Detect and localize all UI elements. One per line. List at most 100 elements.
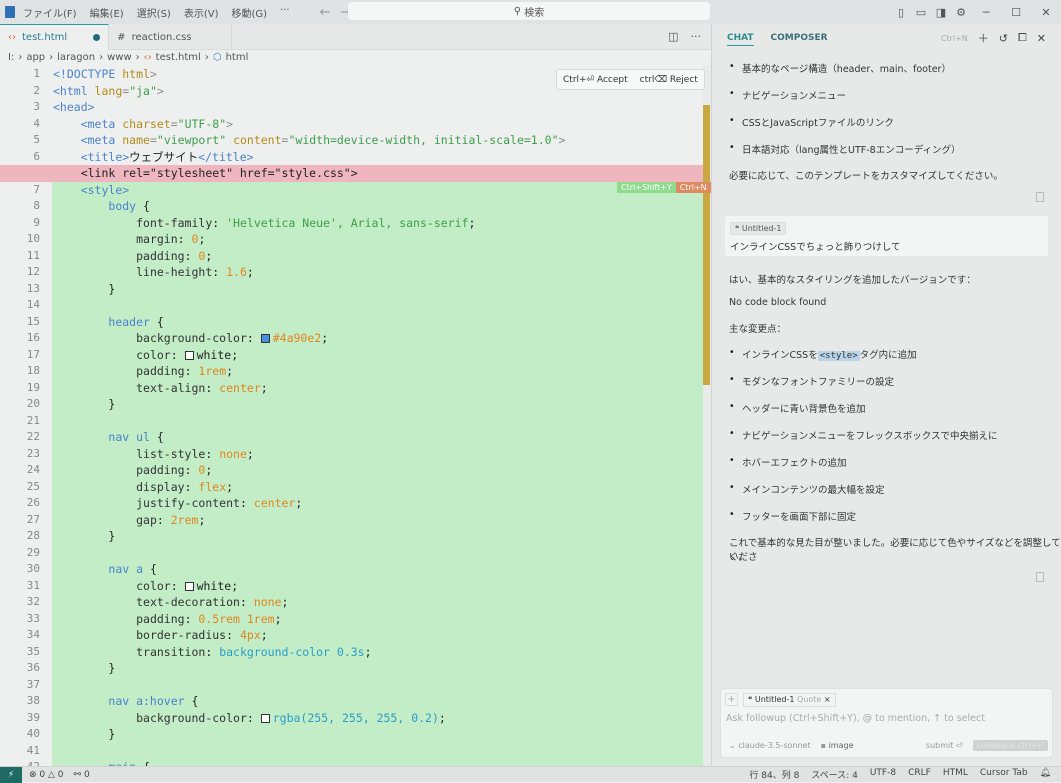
submit-button[interactable]: submit ⏎ xyxy=(926,741,963,750)
added-code-line[interactable]: 26 justify-content: center; xyxy=(0,495,703,512)
added-code-line[interactable]: 34 border-radius: 4px; xyxy=(0,627,703,644)
code-line[interactable]: 6 <title>ウェブサイト</title> xyxy=(0,149,703,166)
added-code-line[interactable]: 29 xyxy=(0,544,703,561)
remote-icon[interactable]: ⚡ xyxy=(0,766,22,783)
menu-go[interactable]: 移動(G) xyxy=(232,5,268,20)
toggle-panel-icon[interactable]: ▭ xyxy=(911,6,931,19)
added-code-line[interactable]: 42 main { xyxy=(0,759,703,766)
added-code-line[interactable]: 20 } xyxy=(0,396,703,413)
menu-file[interactable]: ファイル(F) xyxy=(23,5,77,20)
added-code-line[interactable]: 28 } xyxy=(0,528,703,545)
breadcrumb-item[interactable]: html xyxy=(226,52,249,63)
cursor-position[interactable]: 行 84、列 8 xyxy=(749,768,799,781)
color-swatch-icon[interactable] xyxy=(260,713,270,723)
more-actions-icon[interactable]: ··· xyxy=(691,30,702,43)
added-code-line[interactable]: 18 padding: 1rem; xyxy=(0,363,703,380)
history-icon[interactable]: ↺ xyxy=(999,32,1008,45)
added-code-line[interactable]: 22 nav ul { xyxy=(0,429,703,446)
breadcrumb-item[interactable]: app xyxy=(26,52,45,63)
add-context-button[interactable]: + xyxy=(725,693,738,706)
breadcrumb-item[interactable]: www xyxy=(107,52,132,63)
ports-indicator[interactable]: ⚯ 0 xyxy=(74,770,90,780)
breadcrumb-item[interactable]: I: xyxy=(8,52,14,63)
code-line[interactable]: 3 <head> xyxy=(0,99,703,116)
added-code-line[interactable]: 11 padding: 0; xyxy=(0,247,703,264)
added-code-line[interactable]: 24 padding: 0; xyxy=(0,462,703,479)
color-swatch-icon[interactable] xyxy=(260,334,270,343)
added-code-line[interactable]: 15 header { xyxy=(0,313,703,330)
menu-view[interactable]: 表示(V) xyxy=(184,5,219,20)
encoding[interactable]: UTF-8 xyxy=(870,768,896,781)
split-editor-icon[interactable]: ◫ xyxy=(668,30,678,43)
added-code-line[interactable]: 17 color: white; xyxy=(0,346,703,363)
maximize-icon[interactable]: ☐ xyxy=(1001,6,1031,19)
added-code-line[interactable]: 32 text-decoration: none; xyxy=(0,594,703,611)
menu-more[interactable]: ··· xyxy=(280,5,290,20)
added-code-line[interactable]: 12 line-height: 1.6; xyxy=(0,264,703,281)
copy-icon[interactable] xyxy=(1036,572,1044,582)
added-code-line[interactable]: 23 list-style: none; xyxy=(0,445,703,462)
codebase-button[interactable]: codebase ctrl+⏎ xyxy=(972,740,1048,751)
code-line[interactable]: 5 <meta name="viewport" content="width=d… xyxy=(0,132,703,149)
added-code-line[interactable]: 19 text-align: center; xyxy=(0,379,703,396)
gear-icon[interactable]: ⚙ xyxy=(951,6,971,19)
toggle-secondary-sidebar-icon[interactable]: ◨ xyxy=(931,6,951,19)
added-code-line[interactable]: 8 body { xyxy=(0,198,703,215)
indentation[interactable]: スペース: 4 xyxy=(811,768,858,781)
cursor-tab[interactable]: Cursor Tab xyxy=(980,768,1028,781)
command-search[interactable]: ⚲ 検索 xyxy=(348,2,710,20)
added-code-line[interactable]: 21 xyxy=(0,412,703,429)
quote-chip[interactable]: ❝ Untitled-1 xyxy=(730,222,787,235)
added-code-line[interactable]: 25 display: flex; xyxy=(0,478,703,495)
added-code-line[interactable]: 10 margin: 0; xyxy=(0,231,703,248)
added-code-line[interactable]: 41 xyxy=(0,742,703,759)
tab-composer[interactable]: COMPOSER xyxy=(771,33,828,43)
code-line[interactable]: 4 <meta charset="UTF-8"> xyxy=(0,116,703,133)
accept-all-button[interactable]: Ctrl+⏎ Accept xyxy=(563,75,628,85)
color-swatch-icon[interactable] xyxy=(184,350,194,360)
menu-selection[interactable]: 選択(S) xyxy=(137,5,171,20)
reject-change-button[interactable]: Ctrl+N xyxy=(675,182,711,193)
added-code-line[interactable]: 40 } xyxy=(0,726,703,743)
color-swatch-icon[interactable] xyxy=(184,581,194,591)
back-arrow-icon[interactable]: ← xyxy=(320,5,331,20)
added-code-line[interactable]: 37 xyxy=(0,676,703,693)
remove-chip-icon[interactable]: × xyxy=(824,695,831,704)
model-select[interactable]: ⌄ claude-3.5-sonnet xyxy=(729,741,811,750)
bell-icon[interactable]: 🔔︎ xyxy=(1040,768,1051,781)
added-code-line[interactable]: 39 background-color: rgba(255, 255, 255,… xyxy=(0,709,703,726)
close-window-icon[interactable]: ✕ xyxy=(1031,6,1061,19)
added-code-line[interactable]: 36 } xyxy=(0,660,703,677)
reject-all-button[interactable]: ctrl⌫ Reject xyxy=(640,75,698,85)
context-chip[interactable]: ❝ Untitled-1 Quote × xyxy=(743,693,836,707)
close-icon[interactable]: ✕ xyxy=(1037,32,1046,45)
tab-reaction-css[interactable]: # reaction.css xyxy=(109,24,233,50)
added-code-line[interactable]: 33 padding: 0.5rem 1rem; xyxy=(0,610,703,627)
minimize-icon[interactable]: ─ xyxy=(971,6,1001,19)
accept-change-button[interactable]: Ctrl+Shift+Y xyxy=(617,182,676,193)
toggle-primary-sidebar-icon[interactable]: ▯ xyxy=(891,6,911,19)
code-editor[interactable]: 1 <!DOCTYPE html> 2 <html lang="ja"> 3 <head>… xyxy=(0,66,711,766)
added-code-line[interactable]: 35 transition: background-color 0.3s; xyxy=(0,643,703,660)
problems-indicator[interactable]: ⊗ 0 △ 0 xyxy=(29,770,64,780)
breadcrumb-item[interactable]: laragon xyxy=(57,52,95,63)
added-code-line[interactable]: 9 font-family: 'Helvetica Neue', Arial, … xyxy=(0,214,703,231)
breadcrumb-item[interactable]: test.html xyxy=(156,52,201,63)
deleted-code-line[interactable]: <link rel="stylesheet" href="style.css"> xyxy=(0,165,703,182)
tab-chat[interactable]: CHAT xyxy=(727,31,754,46)
added-code-line[interactable]: 30 nav a { xyxy=(0,561,703,578)
followup-input[interactable]: + ❝ Untitled-1 Quote × Ask followup (Ctr… xyxy=(720,688,1053,758)
added-code-line[interactable]: 31 color: white; xyxy=(0,577,703,594)
added-code-line[interactable]: 27 gap: 2rem; xyxy=(0,511,703,528)
tab-test-html[interactable]: ‹› test.html xyxy=(0,24,110,50)
plus-icon[interactable]: ＋ xyxy=(978,30,989,46)
added-code-line[interactable]: 38 nav a:hover { xyxy=(0,693,703,710)
maximize-panel-icon[interactable]: ⧠ xyxy=(1018,31,1027,45)
menu-edit[interactable]: 編集(E) xyxy=(90,5,124,20)
image-button[interactable]: ▪ image xyxy=(821,741,854,750)
language-mode[interactable]: HTML xyxy=(943,768,968,781)
line-ending[interactable]: CRLF xyxy=(908,768,931,781)
added-code-line[interactable]: 7 <style> xyxy=(0,181,703,198)
added-code-line[interactable]: 13 } xyxy=(0,280,703,297)
added-code-line[interactable]: 14 xyxy=(0,297,703,314)
